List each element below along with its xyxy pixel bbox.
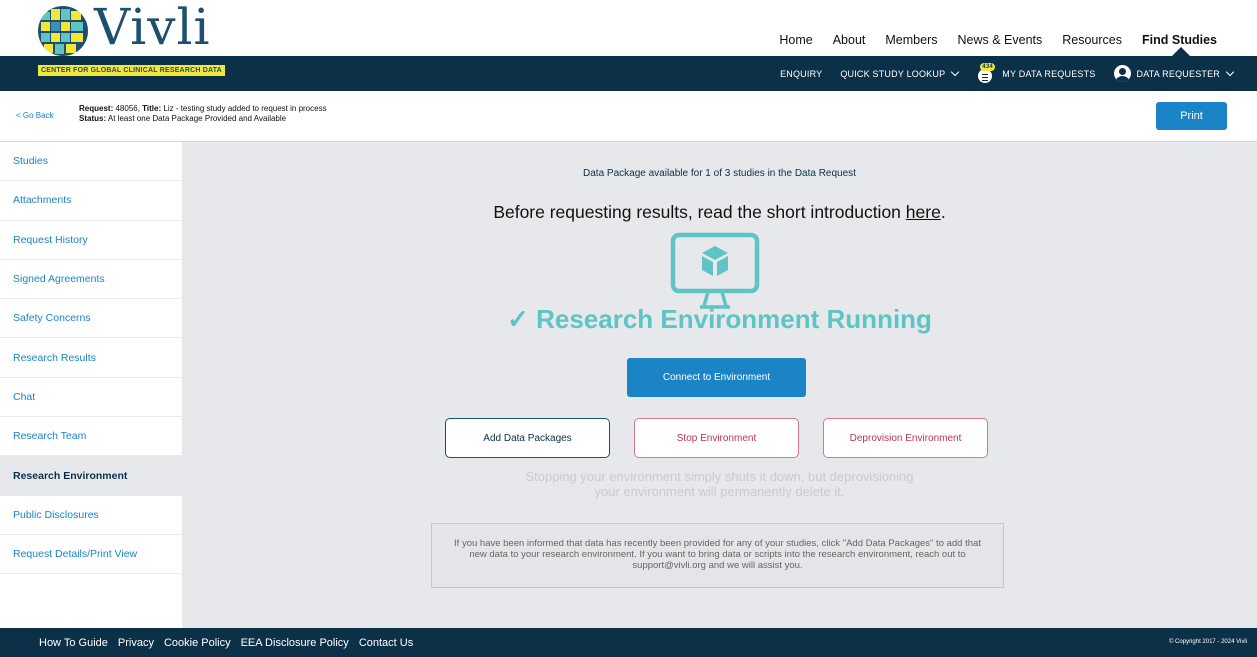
nav-home[interactable]: Home [779, 33, 812, 47]
sidebar-item-public-disclosures[interactable]: Public Disclosures [0, 496, 182, 535]
monitor-cube-icon [670, 232, 760, 309]
intro-prefix: Before requesting results, read the shor… [493, 202, 906, 222]
sidebar-item-request-details[interactable]: Request Details/Print View [0, 535, 182, 575]
top-header: Vivli Home About Members News & Events R… [0, 0, 1257, 56]
chevron-down-icon [1225, 67, 1235, 76]
go-back-link[interactable]: < Go Back [16, 111, 54, 120]
site-footer: How To Guide Privacy Cookie Policy EEA D… [0, 628, 1257, 657]
my-data-requests-label: MY DATA REQUESTS [1002, 68, 1096, 79]
enquiry-link[interactable]: ENQUIRY [780, 69, 822, 79]
footer-link-contact-us[interactable]: Contact Us [359, 637, 413, 649]
nav-resources[interactable]: Resources [1062, 33, 1122, 47]
environment-status-heading: ✓ Research Environment Running [182, 304, 1257, 335]
footer-link-how-to-guide[interactable]: How To Guide [39, 637, 108, 649]
sidebar-item-studies[interactable]: Studies [0, 142, 182, 182]
request-header: < Go Back Request: 48056, Title: Liz - t… [0, 91, 1257, 142]
main-nav: Home About Members News & Events Resourc… [759, 33, 1217, 47]
data-requests-icon: 434 [976, 62, 996, 83]
quick-study-lookup-dropdown[interactable]: QUICK STUDY LOOKUP [840, 67, 960, 79]
footer-link-privacy[interactable]: Privacy [118, 637, 154, 649]
sidebar-item-research-environment[interactable]: Research Environment [0, 456, 182, 496]
globe-logo-icon [38, 6, 88, 56]
sidebar-item-attachments[interactable]: Attachments [0, 181, 182, 221]
chevron-down-icon [951, 67, 960, 76]
logo-wordmark: Vivli [94, 0, 211, 56]
package-status-text: Data Package available for 1 of 3 studie… [583, 168, 856, 179]
secondary-nav: ENQUIRY QUICK STUDY LOOKUP 434 MY DATA R… [762, 56, 1235, 91]
user-avatar-icon [1113, 65, 1131, 82]
title-label: Title: [142, 104, 162, 113]
vivli-logo[interactable]: Vivli [36, 0, 226, 56]
nav-news-events[interactable]: News & Events [957, 33, 1042, 47]
sidebar-item-request-history[interactable]: Request History [0, 221, 182, 260]
stop-environment-button[interactable]: Stop Environment [634, 418, 799, 458]
checkmark-icon: ✓ [507, 304, 529, 334]
copyright-text: © Copyright 2017 - 2024 Vivli [1168, 639, 1247, 645]
active-nav-indicator [1172, 47, 1190, 56]
enquiry-label: ENQUIRY [780, 68, 823, 79]
user-role-label: DATA REQUESTER [1136, 68, 1220, 79]
intro-text: Before requesting results, read the shor… [182, 202, 1257, 223]
request-sidebar: Studies Attachments Request History Sign… [0, 142, 182, 628]
info-text: If you have been informed that data has … [454, 538, 981, 571]
sidebar-item-chat[interactable]: Chat [0, 378, 182, 418]
user-menu-dropdown[interactable]: DATA REQUESTER [1113, 65, 1235, 82]
request-status: At least one Data Package Provided and A… [107, 114, 287, 123]
request-info: Request: 48056, Title: Liz - testing stu… [79, 104, 327, 124]
environment-explanation: Stopping your environment simply shuts i… [182, 469, 1257, 499]
sidebar-item-safety-concerns[interactable]: Safety Concerns [0, 299, 182, 339]
connect-to-environment-button[interactable]: Connect to Environment [627, 358, 806, 397]
quick-lookup-label: QUICK STUDY LOOKUP [840, 68, 946, 79]
my-data-requests-link[interactable]: 434 MY DATA REQUESTS [976, 62, 1096, 83]
environment-running-text: Research Environment Running [536, 304, 932, 334]
add-data-packages-button[interactable]: Add Data Packages [445, 418, 610, 458]
sidebar-item-signed-agreements[interactable]: Signed Agreements [0, 260, 182, 300]
secondary-nav-bar: CENTER FOR GLOBAL CLINICAL RESEARCH DATA… [0, 56, 1257, 91]
requests-count-badge: 434 [980, 62, 995, 71]
footer-links: How To Guide Privacy Cookie Policy EEA D… [39, 628, 423, 657]
logo-tagline: CENTER FOR GLOBAL CLINICAL RESEARCH DATA [38, 65, 225, 76]
sidebar-item-research-team[interactable]: Research Team [0, 417, 182, 457]
nav-about[interactable]: About [833, 33, 866, 47]
intro-suffix: . [940, 202, 946, 222]
deprovision-environment-button[interactable]: Deprovision Environment [823, 418, 988, 458]
request-id: 48056, [115, 104, 140, 113]
print-button[interactable]: Print [1156, 102, 1227, 130]
explanation-line-1: Stopping your environment simply shuts i… [525, 469, 914, 484]
request-title: Liz - testing study added to request in … [163, 104, 327, 113]
nav-members[interactable]: Members [885, 33, 937, 47]
nav-find-studies[interactable]: Find Studies [1142, 33, 1217, 47]
research-environment-panel: Data Package available for 1 of 3 studie… [182, 142, 1257, 628]
explanation-line-2: your environment will permanently delete… [594, 484, 845, 499]
request-label: Request: [79, 104, 114, 113]
status-label: Status: [79, 114, 107, 123]
intro-here-link[interactable]: here [906, 202, 941, 222]
footer-link-cookie-policy[interactable]: Cookie Policy [164, 637, 231, 649]
data-package-info-box: If you have been informed that data has … [431, 523, 1004, 588]
footer-link-eea-disclosure[interactable]: EEA Disclosure Policy [241, 637, 349, 649]
sidebar-item-research-results[interactable]: Research Results [0, 338, 182, 378]
